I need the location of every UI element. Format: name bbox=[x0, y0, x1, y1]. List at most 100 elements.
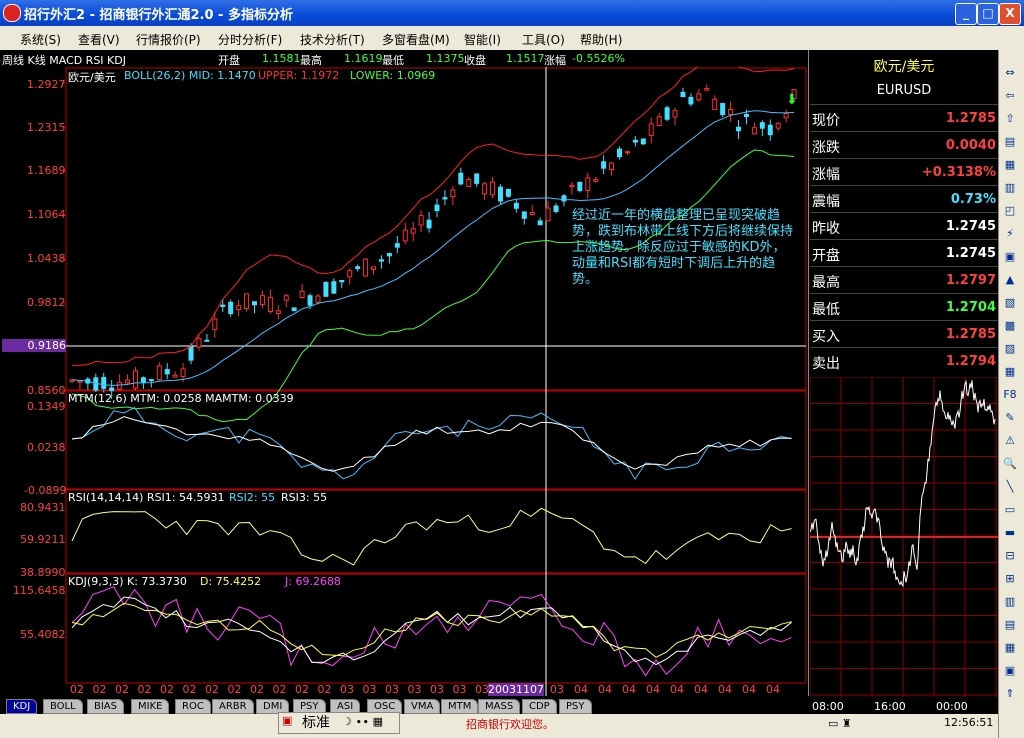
tab-boll[interactable]: BOLL bbox=[43, 699, 83, 714]
tab-bias[interactable]: BIAS bbox=[87, 699, 124, 714]
menu-tools[interactable]: 工具(O) bbox=[522, 31, 565, 48]
quote-row: 最高 1.2797 bbox=[810, 266, 998, 294]
tab-mtm[interactable]: MTM bbox=[441, 699, 479, 714]
tab-arbr[interactable]: ARBR bbox=[212, 699, 254, 714]
candle-body bbox=[664, 107, 670, 120]
title-bar: 招行外汇2 - 招商银行外汇通2.0 - 多指标分析 _ □ X bbox=[0, 0, 1024, 26]
chart-icon[interactable]: ▣ bbox=[1001, 248, 1019, 266]
menu-multiwindow[interactable]: 多窗看盘(M) bbox=[382, 31, 450, 48]
rect-tool-icon[interactable]: ▭ bbox=[1001, 501, 1019, 519]
x-tick-label: 04 bbox=[646, 683, 660, 696]
minus-icon[interactable]: ⊟ bbox=[1001, 547, 1019, 565]
ytick-mtm-1: 0.0238 bbox=[27, 441, 66, 454]
candle-body bbox=[537, 220, 543, 226]
maximize-button[interactable]: □ bbox=[977, 3, 999, 25]
line-tool-icon[interactable]: ╲ bbox=[1001, 478, 1019, 496]
box-icon[interactable]: ▣ bbox=[1001, 662, 1019, 680]
pencil-icon[interactable]: ✎ bbox=[1001, 409, 1019, 427]
quote-row-label: 买入 bbox=[812, 329, 840, 345]
alert-icon[interactable]: ⚡ bbox=[1001, 225, 1019, 243]
swap-icon[interactable]: ⇔ bbox=[1001, 64, 1019, 82]
candle-body bbox=[577, 181, 583, 192]
tab-mass[interactable]: MASS bbox=[478, 699, 521, 714]
x-tick-label: 04 bbox=[598, 683, 612, 696]
tab-mike[interactable]: MIKE bbox=[131, 699, 170, 714]
matrix-icon[interactable]: ▦ bbox=[1001, 639, 1019, 657]
intraday-chart[interactable] bbox=[810, 377, 998, 697]
candle-body bbox=[363, 258, 369, 277]
menu-smart[interactable]: 智能(I) bbox=[464, 31, 501, 48]
candle-body bbox=[656, 116, 662, 126]
kdj-k-line bbox=[71, 596, 792, 666]
ime-mode[interactable]: 标准 bbox=[302, 712, 330, 732]
tab-vma[interactable]: VMA bbox=[404, 699, 441, 714]
low-value: 1.1375 bbox=[426, 52, 465, 65]
candle-body bbox=[458, 172, 464, 185]
rows-icon[interactable]: ▤ bbox=[1001, 616, 1019, 634]
up-arrow-icon[interactable]: ⇧ bbox=[1001, 110, 1019, 128]
grid-icon[interactable]: ▦ bbox=[1001, 156, 1019, 174]
open-value: 1.1581 bbox=[262, 52, 301, 65]
quote-row-label: 震幅 bbox=[812, 194, 840, 210]
down-arrow-icon: ⬇ bbox=[786, 92, 798, 108]
candle-body bbox=[156, 365, 162, 381]
grid2-icon[interactable]: ▦ bbox=[1001, 363, 1019, 381]
tab-kdj[interactable]: KDJ bbox=[6, 699, 38, 714]
tab-cdp[interactable]: CDP bbox=[522, 699, 557, 714]
menu-quotes[interactable]: 行情报价(P) bbox=[136, 31, 201, 48]
candle-body bbox=[648, 123, 654, 136]
top-arrow-icon[interactable]: ⇑ bbox=[1001, 685, 1019, 703]
candle-body bbox=[244, 293, 250, 309]
zoom-icon[interactable]: 🔍 bbox=[1001, 455, 1019, 473]
candle-body bbox=[759, 122, 765, 129]
candle-body bbox=[513, 202, 519, 209]
bar-tool-icon[interactable]: ▬ bbox=[1001, 524, 1019, 542]
panel-icon[interactable]: ▩ bbox=[1001, 317, 1019, 335]
menu-timeshare[interactable]: 分时分析(F) bbox=[218, 31, 282, 48]
candle-body bbox=[283, 295, 289, 301]
candle-body bbox=[101, 376, 107, 389]
quote-row-value: 1.2745 bbox=[945, 246, 996, 261]
multi-indicator-chart[interactable] bbox=[0, 67, 808, 696]
panel-frame-3 bbox=[65, 573, 807, 684]
triangle-icon[interactable]: ▲ bbox=[1001, 271, 1019, 289]
candle-body bbox=[371, 266, 377, 270]
analysis-annotation: 经过近一年的横盘整理已呈现突破趋势，跌到布林带上线下方后将继续保持上涨趋势。除反… bbox=[572, 208, 794, 287]
ime-options[interactable]: ☽ ∙∙ ▦ bbox=[342, 715, 383, 728]
x-tick-label: 04 bbox=[766, 683, 780, 696]
menu-view[interactable]: 查看(V) bbox=[78, 31, 120, 48]
close-button[interactable]: X bbox=[999, 3, 1021, 25]
candle-body bbox=[505, 188, 511, 197]
candle-body bbox=[315, 295, 321, 303]
change-value: -0.5526% bbox=[572, 52, 625, 65]
columns-icon[interactable]: ▥ bbox=[1001, 593, 1019, 611]
report-icon[interactable]: ▧ bbox=[1001, 294, 1019, 312]
left-arrow-icon[interactable]: ⇦ bbox=[1001, 87, 1019, 105]
menu-system[interactable]: 系统(S) bbox=[20, 31, 61, 48]
tab-psy[interactable]: PSY bbox=[559, 699, 592, 714]
kdj-j-label: J: 69.2688 bbox=[285, 575, 341, 588]
candle-body bbox=[672, 110, 678, 118]
list-icon[interactable]: ▤ bbox=[1001, 133, 1019, 151]
candle-body bbox=[624, 151, 630, 154]
tab-roc[interactable]: ROC bbox=[175, 699, 211, 714]
table-icon[interactable]: ▥ bbox=[1001, 179, 1019, 197]
window-icon[interactable]: ◰ bbox=[1001, 202, 1019, 220]
candle-body bbox=[140, 377, 146, 383]
menu-technical[interactable]: 技术分析(T) bbox=[300, 31, 365, 48]
layout-icon[interactable]: ▨ bbox=[1001, 340, 1019, 358]
warning-icon[interactable]: ⚠ bbox=[1001, 432, 1019, 450]
candle-body bbox=[410, 228, 416, 234]
candle-body bbox=[132, 370, 138, 389]
marquee-text: 招商银行欢迎您。 bbox=[466, 718, 554, 731]
minimize-button[interactable]: _ bbox=[955, 3, 977, 25]
candle-body bbox=[204, 339, 210, 342]
f8-icon[interactable]: F8 bbox=[1001, 386, 1019, 404]
candle-body bbox=[482, 183, 488, 195]
candle-body bbox=[553, 205, 559, 212]
candle-body bbox=[450, 189, 456, 198]
ytick-rsi-2: 38.8990 bbox=[20, 566, 66, 579]
menu-help[interactable]: 帮助(H) bbox=[580, 31, 622, 48]
plus-icon[interactable]: ⊞ bbox=[1001, 570, 1019, 588]
boll-label: BOLL(26,2) MID: 1.1470 bbox=[124, 69, 256, 82]
